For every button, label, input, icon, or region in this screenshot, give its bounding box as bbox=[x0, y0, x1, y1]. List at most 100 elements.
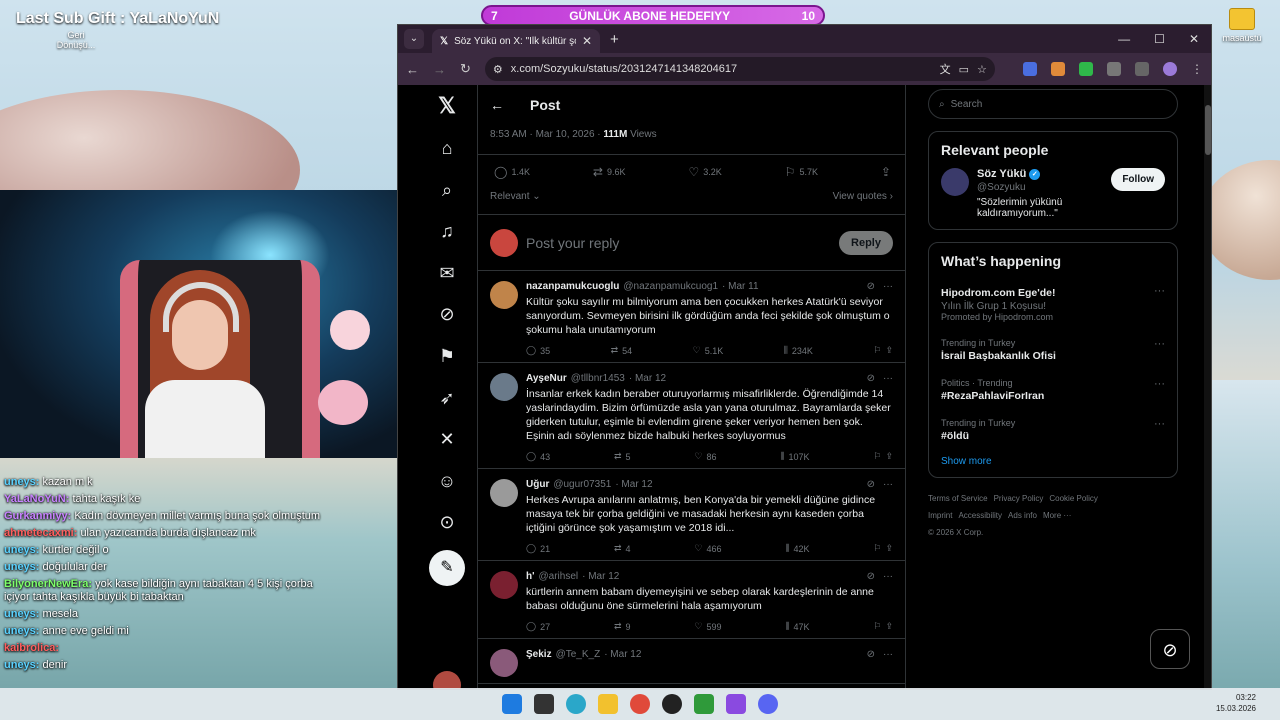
trend-item[interactable]: Trending in Turkey #öldü ··· bbox=[941, 412, 1165, 448]
reply-action[interactable]: ◯ 21 bbox=[526, 543, 550, 554]
share-icon[interactable]: ⇪ bbox=[885, 543, 893, 554]
more-options-icon[interactable]: ··· bbox=[883, 649, 893, 660]
explore-search-icon[interactable]: ⌕ bbox=[436, 179, 458, 201]
repost-action[interactable]: ⇄ 4 bbox=[614, 543, 631, 554]
app-icon[interactable] bbox=[694, 694, 714, 714]
more-icon[interactable]: ⊙ bbox=[436, 511, 458, 533]
more-options-icon[interactable]: ··· bbox=[1154, 378, 1165, 402]
author-avatar[interactable] bbox=[490, 571, 518, 599]
sort-dropdown[interactable]: Relevant ⌄ bbox=[490, 191, 541, 202]
grok-icon[interactable]: ⊘ bbox=[867, 649, 875, 660]
discord-icon[interactable] bbox=[758, 694, 778, 714]
more-options-icon[interactable]: ··· bbox=[883, 571, 893, 582]
promoted-trend[interactable]: Hipodrom.com Ege'de! Yılın İlk Grup 1 Koş… bbox=[941, 279, 1165, 328]
sozyuku-avatar[interactable] bbox=[941, 168, 969, 196]
tweet-date[interactable]: · Mar 12 bbox=[582, 571, 619, 582]
grok-icon[interactable]: ⊘ bbox=[867, 373, 875, 384]
profile-icon[interactable]: ☺ bbox=[436, 470, 458, 492]
address-bar[interactable]: ⚙ x.com/Sozyuku/status/20312471413482046… bbox=[484, 57, 995, 81]
footer-link[interactable]: Imprint bbox=[928, 511, 952, 520]
desktop-folder-icon[interactable]: masaüstü bbox=[1222, 8, 1262, 43]
grok-fab-icon[interactable]: ⊘ bbox=[1150, 629, 1190, 669]
search-input[interactable]: Search bbox=[951, 99, 983, 110]
notifications-bell-icon[interactable]: ♫ bbox=[436, 220, 458, 242]
new-tab-button[interactable]: + bbox=[610, 31, 619, 48]
bookmark-action[interactable]: ⚐ ⇪ bbox=[873, 451, 893, 462]
bookmark-star-icon[interactable]: ☆ bbox=[977, 63, 987, 76]
author-avatar[interactable] bbox=[490, 479, 518, 507]
view-quotes-link[interactable]: View quotes › bbox=[833, 191, 893, 202]
edge-icon[interactable] bbox=[566, 694, 586, 714]
like-action[interactable]: ♡ 5.1K bbox=[693, 345, 724, 356]
file-explorer-icon[interactable] bbox=[598, 694, 618, 714]
footer-link[interactable]: Privacy Policy bbox=[994, 494, 1044, 503]
back-icon[interactable]: ← bbox=[406, 62, 419, 77]
reply-action[interactable]: ◯ 43 bbox=[526, 451, 550, 462]
like-action[interactable]: ♡ 466 bbox=[694, 543, 721, 554]
author-avatar[interactable] bbox=[490, 373, 518, 401]
messages-envelope-icon[interactable]: ✉ bbox=[436, 262, 458, 284]
footer-link[interactable]: Cookie Policy bbox=[1049, 494, 1097, 503]
windows-start-icon[interactable] bbox=[502, 694, 522, 714]
share-icon[interactable]: ⇪ bbox=[885, 451, 893, 462]
bookmark-action[interactable]: ⚐ 5.7K bbox=[785, 165, 818, 179]
extension-icon[interactable] bbox=[1051, 62, 1065, 76]
bookmark-action[interactable]: ⚐ ⇪ bbox=[873, 543, 893, 554]
tweet-date[interactable]: · Mar 12 bbox=[629, 373, 666, 384]
reply-tweet[interactable]: h' @arihsel · Mar 12 ⊘ ··· kürtlerin annem ba… bbox=[478, 561, 905, 639]
author-avatar[interactable] bbox=[490, 649, 518, 677]
share-icon[interactable]: ⇪ bbox=[885, 345, 893, 356]
like-action[interactable]: ♡ 3.2K bbox=[688, 165, 721, 179]
trend-item[interactable]: Politics · Trending #RezaPahlaviForIran ··… bbox=[941, 372, 1165, 408]
show-more-link[interactable]: Show more bbox=[941, 456, 1165, 467]
more-options-icon[interactable]: ··· bbox=[1154, 285, 1165, 322]
repost-action[interactable]: ⇄ 9 bbox=[614, 621, 631, 632]
grok-icon[interactable]: ⊘ bbox=[436, 303, 458, 325]
repost-action[interactable]: ⇄ 9.6K bbox=[593, 165, 626, 179]
forward-icon[interactable]: → bbox=[433, 62, 446, 77]
share-action[interactable]: ⇪ bbox=[881, 165, 891, 179]
footer-link[interactable]: Accessibility bbox=[958, 511, 1002, 520]
author-name[interactable]: h' bbox=[526, 571, 535, 582]
more-options-icon[interactable]: ··· bbox=[883, 281, 893, 292]
reply-input[interactable]: Post your reply bbox=[526, 235, 831, 251]
extension-icon[interactable] bbox=[1079, 62, 1093, 76]
trend-item[interactable]: Trending in Turkey İsrail Başbakanlık Ofi… bbox=[941, 332, 1165, 368]
site-info-icon[interactable]: ⚙ bbox=[493, 63, 503, 76]
author-name[interactable]: AyşeNur bbox=[526, 373, 567, 384]
jobs-rocket-icon[interactable]: ➶ bbox=[436, 387, 458, 409]
grok-icon[interactable]: ⊘ bbox=[867, 571, 875, 582]
reload-icon[interactable]: ↻ bbox=[460, 61, 471, 77]
system-clock[interactable]: 03:22 15.03.2026 bbox=[1216, 692, 1256, 714]
like-action[interactable]: ♡ 599 bbox=[694, 621, 721, 632]
reply-tweet[interactable]: Uğur @ugur07351 · Mar 12 ⊘ ··· Herkes Avrupa … bbox=[478, 469, 905, 561]
views-action[interactable]: ⫼ 234K bbox=[784, 345, 813, 356]
tweet-date[interactable]: · Mar 12 bbox=[604, 649, 641, 660]
translate-icon[interactable]: 文 bbox=[940, 61, 951, 77]
author-name[interactable]: Şekiz bbox=[526, 649, 552, 660]
like-action[interactable]: ♡ 86 bbox=[694, 451, 716, 462]
minimize-button[interactable]: — bbox=[1118, 32, 1130, 46]
follow-button[interactable]: Follow bbox=[1111, 168, 1165, 191]
views-action[interactable]: ⫼ 107K bbox=[780, 451, 809, 462]
tab-search-button[interactable]: ⌄ bbox=[404, 29, 424, 49]
more-options-icon[interactable]: ··· bbox=[1154, 338, 1165, 362]
close-tab-icon[interactable]: ✕ bbox=[582, 34, 592, 48]
bookmark-action[interactable]: ⚐ ⇪ bbox=[873, 621, 893, 632]
grok-icon[interactable]: ⊘ bbox=[867, 281, 875, 292]
reply-button[interactable]: Reply bbox=[839, 230, 893, 255]
task-view-icon[interactable] bbox=[534, 694, 554, 714]
reply-action[interactable]: ◯ 35 bbox=[526, 345, 550, 356]
views-action[interactable]: ⫼ 47K bbox=[785, 621, 809, 632]
reply-tweet[interactable]: Şekiz @Te_K_Z · Mar 12 ⊘ ··· bbox=[478, 639, 905, 684]
author-name[interactable]: nazanpamukcuoglu bbox=[526, 281, 619, 292]
repost-action[interactable]: ⇄ 54 bbox=[611, 345, 633, 356]
share-icon[interactable]: ⇪ bbox=[885, 621, 893, 632]
tweet-date[interactable]: · Mar 11 bbox=[722, 281, 759, 292]
bookmarks-icon[interactable]: ⚑ bbox=[436, 345, 458, 367]
extensions-puzzle-icon[interactable] bbox=[1107, 62, 1121, 76]
premium-x-icon[interactable]: ✕ bbox=[436, 428, 458, 450]
reply-action[interactable]: ◯ 1.4K bbox=[494, 165, 530, 179]
extension-icon[interactable] bbox=[1023, 62, 1037, 76]
reply-action[interactable]: ◯ 27 bbox=[526, 621, 550, 632]
